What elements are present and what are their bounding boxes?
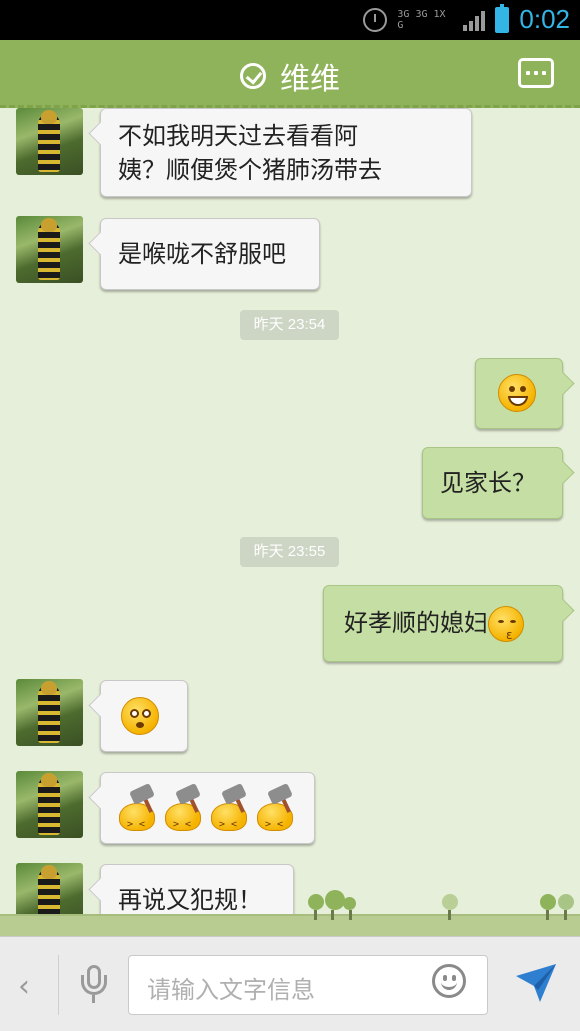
header-title-group: 维维 — [0, 54, 580, 98]
message-timestamp: 昨天 23:54 — [240, 310, 339, 340]
incoming-message-bubble[interactable]: 是喉咙不舒服吧 — [100, 218, 320, 290]
contact-avatar[interactable] — [16, 863, 83, 930]
outgoing-message-bubble[interactable]: 见家长？ — [422, 447, 563, 519]
more-options-button[interactable] — [518, 58, 554, 88]
dot-icon — [542, 71, 546, 75]
contact-avatar[interactable] — [16, 108, 83, 175]
smiley-icon[interactable] — [432, 964, 466, 998]
message-input-bar: ‹ 请输入文字信息 — [0, 936, 580, 1031]
incoming-message-bubble[interactable]: 再说又犯规！ — [100, 864, 294, 936]
chat-header: 维维 — [0, 40, 580, 108]
network-label: 3G 3G 1X G — [397, 8, 446, 31]
grin-emoji-icon — [498, 374, 536, 412]
outgoing-message-bubble[interactable] — [475, 358, 563, 429]
hammer-emoji-icon — [209, 783, 253, 842]
chat-message-list[interactable]: 不如我明天过去看看阿 姨？顺便煲个猪肺汤带去 是喉咙不舒服吧 昨天 23:54 … — [0, 108, 580, 936]
send-icon[interactable] — [514, 960, 558, 1004]
verified-check-icon — [240, 63, 266, 89]
message-text-line: 姨？顺便煲个猪肺汤带去 — [118, 156, 382, 184]
message-text: 是喉咙不舒服吧 — [118, 240, 286, 268]
message-timestamp: 昨天 23:55 — [240, 537, 339, 567]
message-text: 再说又犯规！ — [118, 886, 262, 914]
battery-icon — [495, 3, 510, 33]
message-text-line: 不如我明天过去看看阿 — [118, 122, 358, 150]
incoming-message-bubble[interactable] — [100, 772, 315, 844]
surprised-emoji-icon — [121, 697, 159, 735]
message-text: 好孝顺的媳妇 — [344, 609, 488, 637]
contact-avatar[interactable] — [16, 679, 83, 746]
contact-avatar[interactable] — [16, 771, 83, 838]
incoming-message-bubble[interactable] — [100, 680, 188, 752]
kiss-emoji-icon: ɛ — [488, 606, 524, 642]
status-time: 0:02 — [519, 4, 570, 34]
divider — [58, 955, 59, 1015]
dot-icon — [526, 71, 530, 75]
status-bar: 3G 3G 1X G 0:02 — [0, 0, 580, 40]
chat-title: 维维 — [280, 63, 340, 96]
microphone-icon[interactable] — [80, 965, 108, 1005]
contact-avatar[interactable] — [16, 216, 83, 283]
dot-icon — [534, 71, 538, 75]
back-chevron-icon[interactable]: ‹ — [18, 969, 30, 1004]
signal-icon — [463, 9, 486, 31]
hammer-emoji-icon — [117, 783, 161, 842]
incoming-message-bubble[interactable]: 不如我明天过去看看阿 姨？顺便煲个猪肺汤带去 — [100, 108, 472, 197]
status-icons: 3G 3G 1X G 0:02 — [363, 3, 570, 35]
message-text: 见家长？ — [440, 469, 536, 497]
alarm-icon — [363, 7, 388, 32]
hammer-emoji-icon — [163, 783, 207, 842]
outgoing-message-bubble[interactable]: 好孝顺的媳妇 ɛ — [323, 585, 563, 662]
hammer-emoji-icon — [255, 783, 299, 842]
